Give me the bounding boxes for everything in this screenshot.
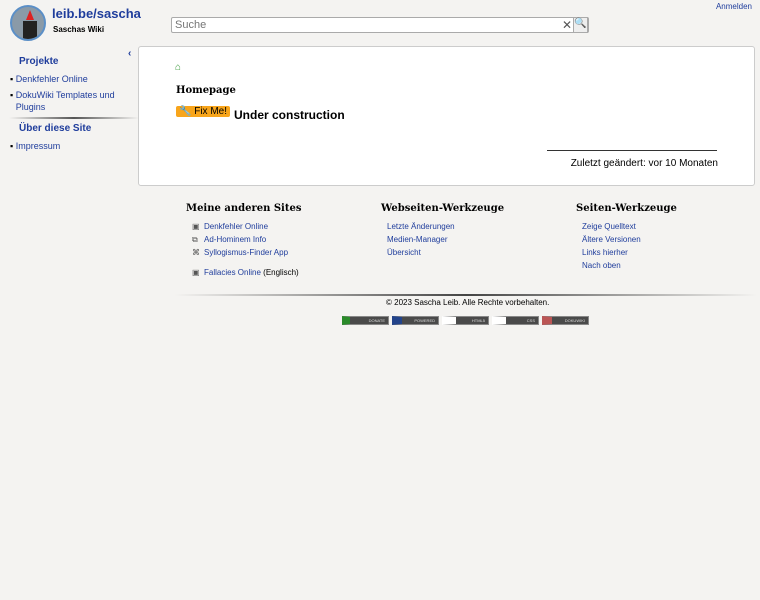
book-icon: ▣ <box>192 268 200 277</box>
footer-col-site-tools: Webseiten-Werkzeuge Letzte Änderungen Me… <box>381 203 504 261</box>
footer-link[interactable]: Zeige Quelltext <box>582 222 636 231</box>
login-link[interactable]: Anmelden <box>716 2 752 11</box>
book-icon: ▣ <box>192 222 200 231</box>
php-badge[interactable]: POWERED <box>392 316 439 325</box>
clear-icon[interactable]: ✕ <box>562 18 572 32</box>
sidebar-heading: Über diese Site <box>19 123 92 134</box>
sidebar-link[interactable]: Denkfehler Online <box>16 74 88 84</box>
footer-heading: Webseiten-Werkzeuge <box>381 203 505 214</box>
sidebar-heading: Projekte <box>19 56 59 67</box>
footer-heading: Meine anderen Sites <box>186 203 302 214</box>
site-title[interactable]: leib.be/sascha <box>52 6 141 21</box>
app-icon: ⌘ <box>192 248 200 257</box>
language-note: (Englisch) <box>263 268 299 277</box>
footer-col-page-tools: Seiten-Werkzeuge Zeige Quelltext Ältere … <box>576 203 677 274</box>
footer-link[interactable]: Fallacies Online <box>204 268 261 277</box>
footer-link[interactable]: Übersicht <box>387 248 421 257</box>
last-changed: Zuletzt geändert: vor 10 Monaten <box>570 158 718 169</box>
home-icon[interactable]: ⌂ <box>175 62 181 73</box>
footer-link[interactable]: Denkfehler Online <box>204 222 268 231</box>
footer-link[interactable]: Ältere Versionen <box>582 235 641 244</box>
page-text: Under construction <box>234 108 345 122</box>
sidebar: Projekte ▪ Denkfehler Online ▪ DokuWiki … <box>9 56 139 156</box>
footer-link[interactable]: Nach oben <box>582 261 621 270</box>
footer-link[interactable]: Links hierher <box>582 248 628 257</box>
footer-col-sites: Meine anderen Sites ▣ Denkfehler Online ⧉… <box>186 203 301 281</box>
footer-link[interactable]: Letzte Änderungen <box>387 222 455 231</box>
copyright: © 2023 Sascha Leib. Alle Rechte vorbehal… <box>386 298 550 307</box>
search-input[interactable] <box>172 18 558 32</box>
divider <box>9 117 139 119</box>
donate-badge[interactable]: DONATE <box>342 316 389 325</box>
footer-link[interactable]: Medien-Manager <box>387 235 447 244</box>
dokuwiki-badge[interactable]: DOKUWIKI <box>542 316 589 325</box>
fixme-badge: 🔧 Fix Me! <box>176 106 231 117</box>
site-subtitle: Saschas Wiki <box>53 25 105 34</box>
logo-avatar[interactable] <box>10 5 46 41</box>
sidebar-link[interactable]: DokuWiki Templates und Plugins <box>16 89 129 113</box>
copy-icon: ⧉ <box>192 235 198 244</box>
search-box: ✕ 🔍 <box>171 17 589 33</box>
footer-link[interactable]: Syllogismus-Finder App <box>204 248 288 257</box>
html5-badge[interactable]: HTML5 <box>442 316 489 325</box>
page-title: Homepage <box>176 85 236 96</box>
css-badge[interactable]: CSS <box>492 316 539 325</box>
sidebar-link[interactable]: Impressum <box>16 141 61 151</box>
footer-heading: Seiten-Werkzeuge <box>576 203 677 214</box>
divider <box>175 294 757 296</box>
search-button[interactable]: 🔍 <box>573 17 588 33</box>
divider <box>547 150 717 151</box>
footer-link[interactable]: Ad-Hominem Info <box>204 235 266 244</box>
